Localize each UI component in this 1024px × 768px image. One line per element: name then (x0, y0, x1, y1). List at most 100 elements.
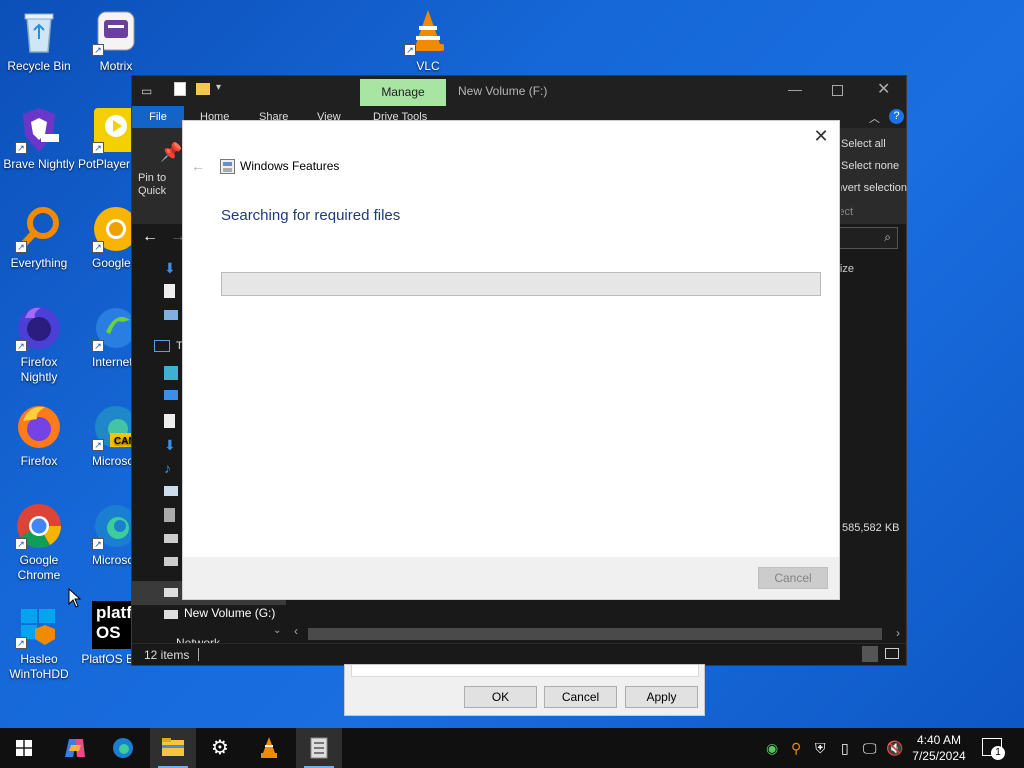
taskbar: ⚙ ◉ ⚲ ⛨ ▯ 🖵 🔇 4:40 AM 7/25/2024 1 (0, 728, 1024, 768)
progress-bar (221, 272, 821, 296)
back-arrow-icon: ← (191, 158, 205, 174)
size-column-header[interactable]: Size (840, 263, 854, 275)
taskbar-settings[interactable]: ⚙ (198, 728, 244, 768)
desktop-icon-motrix[interactable]: ↗ Motrix (78, 8, 154, 74)
status-heading: Searching for required files (221, 207, 401, 224)
drive-icon: ▭ (141, 84, 153, 98)
features-list-box (351, 665, 699, 677)
drive-icon[interactable] (164, 610, 178, 619)
taskbar-copilot[interactable] (51, 728, 97, 768)
desktop-folder-icon[interactable] (164, 390, 178, 400)
tab-file[interactable]: File (132, 106, 184, 128)
desktop-icon-firefox-nightly[interactable]: ↗ Firefox Nightly (1, 304, 77, 385)
windows-features-icon (310, 737, 328, 759)
item-count: 12 items (144, 648, 190, 662)
sidebar-item-new-volume-g[interactable]: New Volume (G:) (184, 606, 275, 620)
close-icon[interactable]: ✕ (811, 127, 831, 147)
shortcut-arrow-icon: ↗ (92, 439, 104, 451)
google-chrome-icon: ↗ (15, 502, 63, 550)
quick-access-dropdown-icon[interactable]: ▾ (216, 82, 221, 93)
security-shield-icon[interactable]: ⛨ (815, 740, 826, 757)
hasleo-icon: ↗ (15, 601, 63, 649)
network-icon[interactable]: 🖵 (863, 740, 877, 757)
select-none-button[interactable]: Select none (841, 160, 907, 172)
new-folder-icon[interactable] (196, 83, 210, 95)
desktop-icon-hasleo[interactable]: ↗ Hasleo WinToHDD (1, 601, 77, 682)
tab-manage[interactable]: Manage (360, 79, 446, 106)
desktop-icon-firefox[interactable]: Firefox (1, 403, 77, 469)
start-button[interactable] (0, 728, 46, 768)
usb-eject-icon[interactable]: ▯ (841, 740, 849, 757)
dialog-title: Windows Features (240, 159, 340, 173)
local-disk-icon[interactable] (164, 534, 178, 543)
desktop-icon-vlc[interactable]: ↗ VLC (390, 8, 466, 74)
search-icon: ⌕ (884, 230, 891, 244)
taskbar-windows-features[interactable] (296, 728, 342, 768)
brave-nightly-icon: ↗ (15, 106, 63, 154)
volume-muted-icon[interactable]: 🔇 (886, 740, 903, 757)
select-all-button[interactable]: Select all (841, 138, 907, 150)
downloads-folder-icon[interactable]: ⬇ (164, 437, 178, 453)
desktop-icon-label: Firefox Nightly (20, 355, 58, 384)
back-arrow-icon[interactable]: ← (142, 228, 158, 246)
shortcut-arrow-icon: ↗ (92, 241, 104, 253)
shortcut-arrow-icon: ↗ (15, 142, 27, 154)
everything-tray-icon[interactable]: ⚲ (791, 740, 801, 757)
maximize-icon[interactable] (832, 85, 843, 96)
documents-folder-icon[interactable] (164, 414, 175, 428)
properties-icon[interactable] (174, 82, 186, 96)
scroll-down-icon[interactable]: ⌄ (273, 625, 281, 636)
explorer-title: New Volume (F:) (458, 84, 548, 98)
desktop-icon-brave-nightly[interactable]: ↗ Brave Nightly (1, 106, 77, 172)
firefox-nightly-icon: ↗ (15, 304, 63, 352)
motrix-icon: ↗ (92, 8, 140, 56)
turn-windows-features-dialog: OK Cancel Apply (344, 664, 705, 716)
drive-icon[interactable] (164, 557, 178, 566)
desktop-icon-potplayer[interactable]: ↗ PotPlayer 64 bit (78, 106, 138, 172)
desktop-icon-google-chrome-canary[interactable]: ↗ Google Chrome (78, 205, 138, 271)
desktop-icon-google-chrome[interactable]: ↗ Google Chrome (1, 502, 77, 583)
search-box[interactable]: ⌕ (838, 227, 898, 249)
edge-dev-tray-icon[interactable]: ◉ (766, 740, 778, 757)
help-icon[interactable]: ? (889, 109, 904, 124)
downloads-icon[interactable]: ⬇ (164, 260, 178, 276)
file-size: 585,582 KB (842, 522, 900, 534)
details-view-icon[interactable] (862, 646, 878, 662)
clock[interactable]: 4:40 AM 7/25/2024 (906, 732, 972, 764)
desktop-icon-edge-canary[interactable]: CAN ↗ Microsoft Edge Canary (78, 403, 138, 469)
start-icon (16, 740, 32, 756)
pin-icon[interactable]: 📌 (160, 142, 182, 163)
desktop-icon-idm[interactable]: ↗ Internet Download Manager (78, 304, 138, 370)
horizontal-scrollbar[interactable] (308, 628, 882, 640)
recycle-bin-icon (15, 8, 63, 56)
cancel-button[interactable]: Cancel (544, 686, 617, 708)
scroll-left-icon[interactable]: ‹ (294, 624, 298, 638)
taskbar-edge[interactable] (100, 728, 146, 768)
pictures-folder-icon[interactable] (164, 486, 178, 496)
apply-button[interactable]: Apply (625, 686, 698, 708)
pictures-icon[interactable] (164, 310, 178, 320)
taskbar-file-explorer[interactable] (150, 728, 196, 768)
file-explorer-icon (162, 738, 184, 756)
3d-objects-icon[interactable] (164, 366, 178, 380)
music-icon[interactable]: ♪ (164, 460, 178, 476)
minimize-icon[interactable]: — (788, 81, 802, 97)
taskbar-vlc[interactable] (246, 728, 292, 768)
explorer-title-bar: ▭ ▾ Manage New Volume (F:) — ✕ (132, 76, 906, 106)
this-pc-icon[interactable] (154, 340, 170, 352)
cancel-button[interactable]: Cancel (758, 567, 828, 589)
invert-selection-button[interactable]: Invert selection (841, 182, 907, 194)
desktop-icon-label: Google Chrome (17, 553, 61, 582)
scroll-right-icon[interactable]: › (896, 626, 900, 640)
collapse-ribbon-icon[interactable]: ︿ (869, 110, 880, 126)
desktop-icon-everything[interactable]: ↗ Everything (1, 205, 77, 271)
desktop-icon-label: PotPlayer 64 bit (78, 157, 138, 171)
desktop-icon-recycle-bin[interactable]: Recycle Bin (1, 8, 77, 74)
close-icon[interactable]: ✕ (877, 79, 890, 99)
large-icons-view-icon[interactable] (885, 648, 899, 659)
videos-icon[interactable] (164, 508, 175, 522)
desktop-icon-edge[interactable]: ↗ Microsoft Edge (78, 502, 138, 568)
ok-button[interactable]: OK (464, 686, 537, 708)
documents-icon[interactable] (164, 284, 175, 298)
desktop-icon-label: Brave Nightly (3, 157, 75, 171)
